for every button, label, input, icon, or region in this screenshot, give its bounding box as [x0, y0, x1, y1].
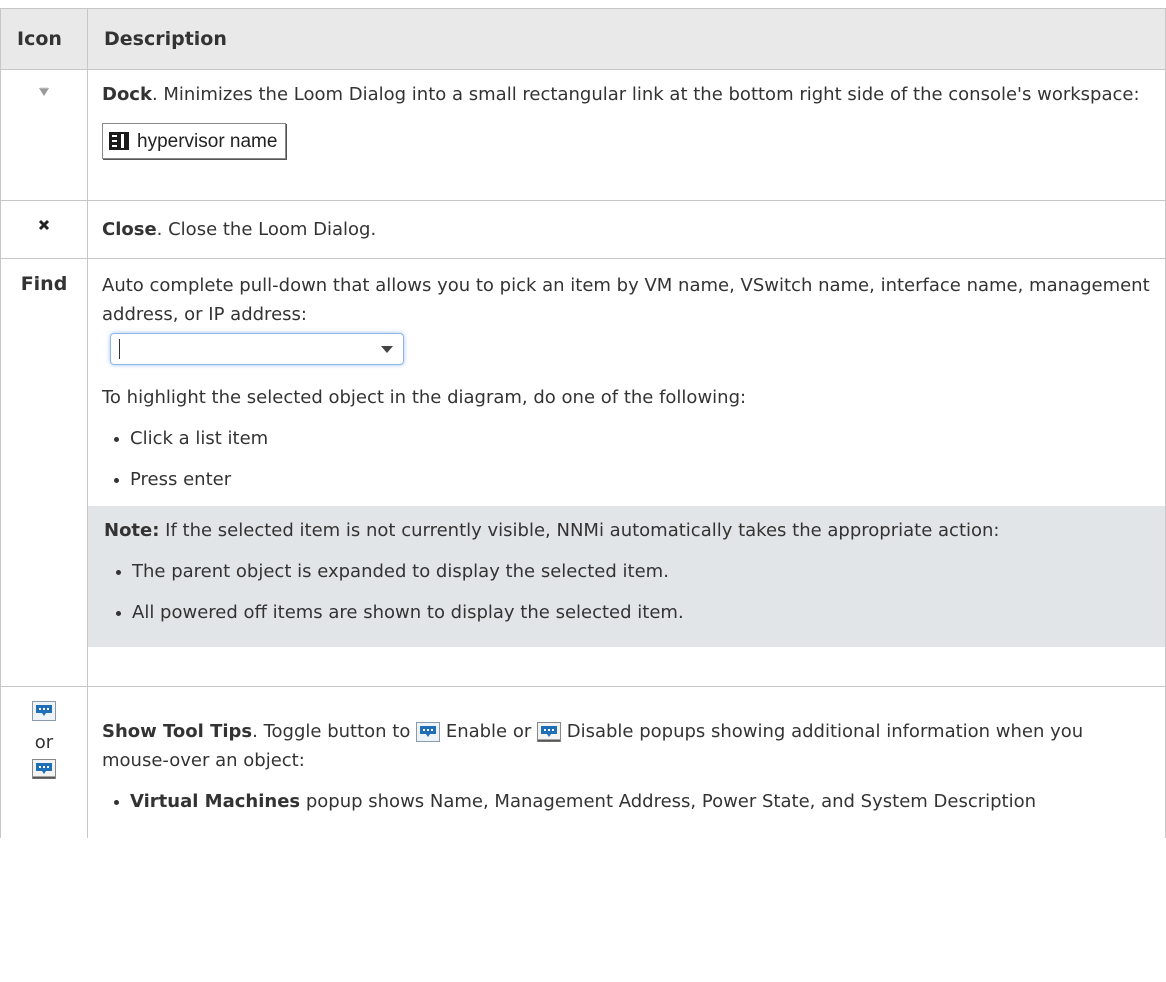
header-description: Description	[87, 8, 1166, 70]
dock-text: . Minimizes the Loom Dialog into a small…	[151, 84, 1140, 105]
tooltips-description: Show Tool Tips. Toggle button to Enable …	[102, 717, 1151, 775]
find-description: Auto complete pull-down that allows you …	[102, 275, 1150, 325]
tooltips-enable-text: Enable or	[440, 721, 537, 742]
find-bullets: Click a list item Press enter	[102, 424, 1151, 494]
bullet-text: popup shows Name, Management Address, Po…	[300, 791, 1037, 812]
icon-cell-find: Find	[0, 258, 88, 687]
desc-cell-find: Auto complete pull-down that allows you …	[87, 258, 1166, 687]
tooltips-title: Show Tool Tips	[102, 721, 253, 742]
close-description: Close. Close the Loom Dialog.	[102, 215, 1151, 244]
tooltip-disable-icon	[32, 759, 56, 779]
find-highlight-text: To highlight the selected object in the …	[102, 387, 747, 408]
note-bullets: The parent object is expanded to display…	[104, 557, 1149, 627]
table-row-close: Close. Close the Loom Dialog.	[0, 200, 1166, 259]
icon-description-table: Icon Description Dock. Minimizes the Loo…	[0, 8, 1166, 838]
table-row-find: Find Auto complete pull-down that allows…	[0, 258, 1166, 687]
close-x-icon	[38, 219, 50, 231]
icon-cell-close	[0, 200, 88, 259]
note-text: Note: If the selected item is not curren…	[104, 516, 1149, 545]
find-combobox[interactable]	[110, 333, 404, 365]
table-row-tooltips: or Show Tool Tips. Toggle button to Enab…	[0, 686, 1166, 838]
tooltips-bullets: Virtual Machines popup shows Name, Manag…	[102, 787, 1151, 816]
dock-description: Dock. Minimizes the Loom Dialog into a s…	[102, 80, 1151, 109]
note-label: Note:	[104, 520, 160, 541]
note-body: If the selected item is not currently vi…	[159, 520, 1000, 541]
or-text: or	[34, 732, 54, 753]
note-box: Note: If the selected item is not curren…	[88, 506, 1165, 647]
tooltip-enable-button-icon[interactable]	[416, 722, 441, 742]
dock-triangle-icon	[39, 87, 49, 96]
list-item: The parent object is expanded to display…	[132, 557, 1149, 586]
tooltip-enable-icon	[32, 701, 56, 721]
desc-cell-close: Close. Close the Loom Dialog.	[87, 200, 1166, 259]
desc-cell-tooltips: Show Tool Tips. Toggle button to Enable …	[87, 686, 1166, 838]
dock-title: Dock	[102, 84, 152, 105]
list-item: Virtual Machines popup shows Name, Manag…	[130, 787, 1151, 816]
find-label: Find	[20, 273, 68, 295]
icon-cell-tooltips: or	[0, 686, 88, 838]
dock-sample-link[interactable]: hypervisor name	[102, 123, 287, 159]
tooltips-text-1: . Toggle button to	[252, 721, 417, 742]
icon-cell-dock	[0, 69, 88, 201]
text-cursor	[119, 339, 120, 359]
header-icon: Icon	[0, 8, 88, 70]
chevron-down-icon[interactable]	[381, 345, 393, 353]
hypervisor-icon	[109, 132, 129, 150]
list-item: All powered off items are shown to displ…	[132, 598, 1149, 627]
table-row-dock: Dock. Minimizes the Loom Dialog into a s…	[0, 69, 1166, 201]
list-item: Press enter	[130, 465, 1151, 494]
tooltip-disable-button-icon[interactable]	[536, 722, 561, 742]
bullet-title: Virtual Machines	[130, 791, 301, 812]
dock-sample-label: hypervisor name	[137, 130, 278, 152]
list-item: Click a list item	[130, 424, 1151, 453]
table-header-row: Icon Description	[0, 8, 1166, 70]
close-text: . Close the Loom Dialog.	[156, 219, 377, 240]
close-title: Close	[102, 219, 157, 240]
desc-cell-dock: Dock. Minimizes the Loom Dialog into a s…	[87, 69, 1166, 201]
